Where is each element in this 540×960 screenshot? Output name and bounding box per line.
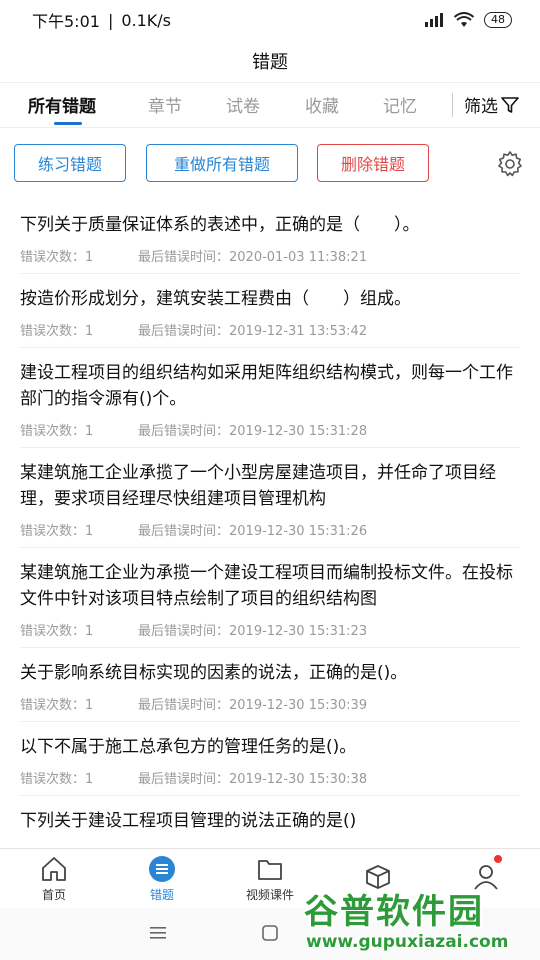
list-item[interactable]: 下列关于质量保证体系的表述中，正确的是（ ）。 错误次数：1 最后错误时间：202… bbox=[20, 200, 520, 274]
nav-video-label: 视频课件 bbox=[245, 887, 294, 902]
question-text: 某建筑施工企业为承揽一个建设工程项目而编制投标文件。在投标文件中针对该项目特点绘… bbox=[20, 563, 513, 609]
question-text: 建设工程项目的组织结构如采用矩阵组织结构模式，则每一个工作部门的指令源有()个。 bbox=[20, 363, 513, 409]
error-count: 1 bbox=[85, 698, 94, 713]
status-time: 下午5:01 bbox=[32, 12, 100, 31]
question-text: 关于影响系统目标实现的因素的说法，正确的是()。 bbox=[20, 663, 408, 683]
notification-dot bbox=[494, 855, 502, 863]
status-net-speed: 0.1K/s bbox=[121, 10, 171, 30]
error-count-label: 错误次数： bbox=[20, 772, 86, 787]
tab-papers[interactable]: 试卷 bbox=[226, 92, 260, 128]
error-count: 1 bbox=[85, 424, 94, 439]
error-count: 1 bbox=[85, 624, 94, 639]
last-error-time: 2019-12-30 15:30:38 bbox=[229, 772, 368, 787]
list-item[interactable]: 某建筑施工企业承揽了一个小型房屋建造项目，并任命了项目经理，要求项目经理尽快组建… bbox=[20, 448, 520, 548]
nav-home-label: 首页 bbox=[41, 887, 66, 902]
wifi-icon bbox=[454, 12, 474, 27]
tab-favorites[interactable]: 收藏 bbox=[305, 92, 339, 128]
list-item[interactable]: 建设工程项目的组织结构如采用矩阵组织结构模式，则每一个工作部门的指令源有()个。… bbox=[20, 348, 520, 448]
page-title: 错题 bbox=[252, 52, 288, 73]
folder-icon bbox=[258, 859, 282, 880]
last-error-time: 2019-12-30 15:31:26 bbox=[229, 524, 368, 539]
redo-all-mistakes-button[interactable]: 重做所有错题 bbox=[146, 144, 298, 182]
error-count: 1 bbox=[85, 250, 94, 265]
last-error-time: 2019-12-30 15:31:28 bbox=[229, 424, 368, 439]
list-item[interactable]: 某建筑施工企业为承揽一个建设工程项目而编制投标文件。在投标文件中针对该项目特点绘… bbox=[20, 548, 520, 648]
error-count-label: 错误次数： bbox=[20, 524, 86, 539]
last-error-time: 2019-12-30 15:30:39 bbox=[229, 698, 368, 713]
filter-icon bbox=[501, 96, 519, 113]
last-error-time-label: 最后错误时间： bbox=[138, 324, 230, 339]
list-item[interactable]: 以下不属于施工总承包方的管理任务的是()。 错误次数：1 最后错误时间：2019-… bbox=[20, 722, 520, 796]
page-title-bar: 错题 bbox=[0, 40, 540, 82]
practice-mistakes-button[interactable]: 练习错题 bbox=[14, 144, 126, 182]
last-error-time-label: 最后错误时间： bbox=[138, 524, 230, 539]
last-error-time-label: 最后错误时间： bbox=[138, 624, 230, 639]
list-item[interactable]: 下列关于建设工程项目管理的说法正确的是() bbox=[20, 796, 520, 842]
list-item[interactable]: 按造价形成划分，建筑安装工程费由（ ）组成。 错误次数：1 最后错误时间：2019… bbox=[20, 274, 520, 348]
last-error-time-label: 最后错误时间： bbox=[138, 250, 230, 265]
error-count-label: 错误次数： bbox=[20, 324, 86, 339]
gear-icon[interactable] bbox=[496, 150, 524, 178]
list-icon bbox=[149, 855, 175, 882]
last-error-time: 2020-01-03 11:38:21 bbox=[229, 250, 368, 265]
last-error-time-label: 最后错误时间： bbox=[138, 698, 230, 713]
question-text: 按造价形成划分，建筑安装工程费由（ ）组成。 bbox=[20, 289, 411, 309]
last-error-time: 2019-12-30 15:31:23 bbox=[229, 624, 368, 639]
error-count-label: 错误次数： bbox=[20, 698, 86, 713]
error-count-label: 错误次数： bbox=[20, 424, 86, 439]
home-icon bbox=[42, 856, 66, 881]
nav-mistakes[interactable]: 错题 bbox=[108, 849, 216, 908]
error-count-label: 错误次数： bbox=[20, 250, 86, 265]
error-count-label: 错误次数： bbox=[20, 624, 86, 639]
question-text: 下列关于质量保证体系的表述中，正确的是（ ）。 bbox=[20, 215, 420, 235]
watermark-title: 谷普软件园 bbox=[304, 892, 484, 932]
tab-divider bbox=[452, 93, 453, 117]
error-count: 1 bbox=[85, 524, 94, 539]
watermark-logo: 谷普软件园 www.gupuxiazai.com bbox=[296, 880, 540, 960]
question-text: 某建筑施工企业承揽了一个小型房屋建造项目，并任命了项目经理，要求项目经理尽快组建… bbox=[20, 463, 496, 509]
tab-chapters[interactable]: 章节 bbox=[148, 92, 182, 128]
nav-home[interactable]: 首页 bbox=[0, 849, 108, 908]
last-error-time-label: 最后错误时间： bbox=[138, 424, 230, 439]
last-error-time: 2019-12-31 13:53:42 bbox=[229, 324, 368, 339]
tab-memory[interactable]: 记忆 bbox=[383, 92, 417, 128]
question-text: 以下不属于施工总承包方的管理任务的是()。 bbox=[20, 737, 357, 757]
list-item[interactable]: 关于影响系统目标实现的因素的说法，正确的是()。 错误次数：1 最后错误时间：20… bbox=[20, 648, 520, 722]
watermark-url: www.gupuxiazai.com bbox=[306, 932, 509, 952]
nav-mistakes-label: 错题 bbox=[149, 887, 174, 902]
last-error-time-label: 最后错误时间： bbox=[138, 772, 230, 787]
status-bar: 下午5:01 | 0.1K/s 48 bbox=[0, 0, 540, 40]
error-count: 1 bbox=[85, 324, 94, 339]
active-tab-indicator bbox=[54, 122, 82, 125]
signal-icon bbox=[425, 13, 443, 27]
action-bar: 练习错题 重做所有错题 删除错题 bbox=[0, 128, 540, 200]
mistake-list: 下列关于质量保证体系的表述中，正确的是（ ）。 错误次数：1 最后错误时间：202… bbox=[0, 200, 540, 842]
error-count: 1 bbox=[85, 772, 94, 787]
question-text: 下列关于建设工程项目管理的说法正确的是() bbox=[20, 811, 357, 831]
menu-icon[interactable] bbox=[150, 926, 166, 940]
delete-mistakes-button[interactable]: 删除错题 bbox=[317, 144, 429, 182]
battery-indicator: 48 bbox=[484, 12, 512, 28]
home-square-icon[interactable] bbox=[262, 925, 278, 941]
status-separator: | bbox=[107, 10, 114, 30]
filter-button[interactable]: 筛选 bbox=[464, 92, 520, 117]
filter-label: 筛选 bbox=[464, 97, 498, 117]
